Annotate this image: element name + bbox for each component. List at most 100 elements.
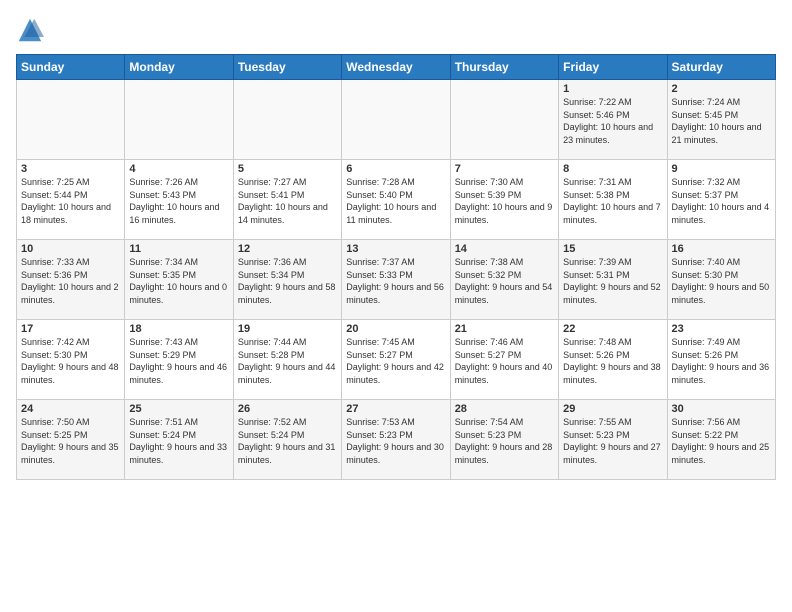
weekday-header-saturday: Saturday xyxy=(667,55,775,80)
day-number: 17 xyxy=(21,323,120,335)
day-number: 11 xyxy=(129,243,228,255)
day-number: 15 xyxy=(563,243,662,255)
day-number: 12 xyxy=(238,243,337,255)
header xyxy=(16,16,776,44)
day-info: Sunrise: 7:52 AMSunset: 5:24 PMDaylight:… xyxy=(238,416,337,466)
calendar-cell: 1Sunrise: 7:22 AMSunset: 5:46 PMDaylight… xyxy=(559,80,667,160)
calendar-cell: 12Sunrise: 7:36 AMSunset: 5:34 PMDayligh… xyxy=(233,240,341,320)
day-number: 3 xyxy=(21,163,120,175)
day-info: Sunrise: 7:38 AMSunset: 5:32 PMDaylight:… xyxy=(455,256,554,306)
weekday-header-monday: Monday xyxy=(125,55,233,80)
day-info: Sunrise: 7:45 AMSunset: 5:27 PMDaylight:… xyxy=(346,336,445,386)
day-info: Sunrise: 7:46 AMSunset: 5:27 PMDaylight:… xyxy=(455,336,554,386)
day-info: Sunrise: 7:48 AMSunset: 5:26 PMDaylight:… xyxy=(563,336,662,386)
day-info: Sunrise: 7:55 AMSunset: 5:23 PMDaylight:… xyxy=(563,416,662,466)
calendar-header: SundayMondayTuesdayWednesdayThursdayFrid… xyxy=(17,55,776,80)
calendar-cell: 13Sunrise: 7:37 AMSunset: 5:33 PMDayligh… xyxy=(342,240,450,320)
day-number: 23 xyxy=(672,323,771,335)
day-number: 24 xyxy=(21,403,120,415)
day-info: Sunrise: 7:53 AMSunset: 5:23 PMDaylight:… xyxy=(346,416,445,466)
calendar-week-5: 24Sunrise: 7:50 AMSunset: 5:25 PMDayligh… xyxy=(17,400,776,480)
calendar-cell: 30Sunrise: 7:56 AMSunset: 5:22 PMDayligh… xyxy=(667,400,775,480)
calendar-week-4: 17Sunrise: 7:42 AMSunset: 5:30 PMDayligh… xyxy=(17,320,776,400)
day-number: 26 xyxy=(238,403,337,415)
day-info: Sunrise: 7:32 AMSunset: 5:37 PMDaylight:… xyxy=(672,176,771,226)
day-number: 19 xyxy=(238,323,337,335)
day-info: Sunrise: 7:50 AMSunset: 5:25 PMDaylight:… xyxy=(21,416,120,466)
day-number: 28 xyxy=(455,403,554,415)
day-info: Sunrise: 7:40 AMSunset: 5:30 PMDaylight:… xyxy=(672,256,771,306)
logo-icon xyxy=(16,16,44,44)
calendar-cell: 22Sunrise: 7:48 AMSunset: 5:26 PMDayligh… xyxy=(559,320,667,400)
day-info: Sunrise: 7:43 AMSunset: 5:29 PMDaylight:… xyxy=(129,336,228,386)
logo xyxy=(16,16,48,44)
day-number: 10 xyxy=(21,243,120,255)
day-number: 4 xyxy=(129,163,228,175)
calendar-week-1: 1Sunrise: 7:22 AMSunset: 5:46 PMDaylight… xyxy=(17,80,776,160)
day-number: 18 xyxy=(129,323,228,335)
day-number: 21 xyxy=(455,323,554,335)
day-number: 27 xyxy=(346,403,445,415)
day-number: 20 xyxy=(346,323,445,335)
day-info: Sunrise: 7:39 AMSunset: 5:31 PMDaylight:… xyxy=(563,256,662,306)
day-info: Sunrise: 7:36 AMSunset: 5:34 PMDaylight:… xyxy=(238,256,337,306)
calendar-cell xyxy=(17,80,125,160)
calendar-cell xyxy=(125,80,233,160)
day-info: Sunrise: 7:26 AMSunset: 5:43 PMDaylight:… xyxy=(129,176,228,226)
calendar-cell: 7Sunrise: 7:30 AMSunset: 5:39 PMDaylight… xyxy=(450,160,558,240)
calendar-cell: 15Sunrise: 7:39 AMSunset: 5:31 PMDayligh… xyxy=(559,240,667,320)
calendar-cell: 26Sunrise: 7:52 AMSunset: 5:24 PMDayligh… xyxy=(233,400,341,480)
day-number: 29 xyxy=(563,403,662,415)
calendar-cell: 16Sunrise: 7:40 AMSunset: 5:30 PMDayligh… xyxy=(667,240,775,320)
day-info: Sunrise: 7:25 AMSunset: 5:44 PMDaylight:… xyxy=(21,176,120,226)
day-info: Sunrise: 7:22 AMSunset: 5:46 PMDaylight:… xyxy=(563,96,662,146)
day-number: 22 xyxy=(563,323,662,335)
calendar-cell: 27Sunrise: 7:53 AMSunset: 5:23 PMDayligh… xyxy=(342,400,450,480)
calendar-cell: 28Sunrise: 7:54 AMSunset: 5:23 PMDayligh… xyxy=(450,400,558,480)
day-number: 2 xyxy=(672,83,771,95)
day-number: 30 xyxy=(672,403,771,415)
calendar-cell xyxy=(450,80,558,160)
day-info: Sunrise: 7:51 AMSunset: 5:24 PMDaylight:… xyxy=(129,416,228,466)
calendar-cell: 4Sunrise: 7:26 AMSunset: 5:43 PMDaylight… xyxy=(125,160,233,240)
page-container: SundayMondayTuesdayWednesdayThursdayFrid… xyxy=(0,0,792,490)
weekday-header-tuesday: Tuesday xyxy=(233,55,341,80)
weekday-header-thursday: Thursday xyxy=(450,55,558,80)
weekday-header-row: SundayMondayTuesdayWednesdayThursdayFrid… xyxy=(17,55,776,80)
day-number: 8 xyxy=(563,163,662,175)
calendar-cell: 6Sunrise: 7:28 AMSunset: 5:40 PMDaylight… xyxy=(342,160,450,240)
day-number: 16 xyxy=(672,243,771,255)
day-info: Sunrise: 7:54 AMSunset: 5:23 PMDaylight:… xyxy=(455,416,554,466)
day-number: 7 xyxy=(455,163,554,175)
calendar-cell: 5Sunrise: 7:27 AMSunset: 5:41 PMDaylight… xyxy=(233,160,341,240)
day-info: Sunrise: 7:56 AMSunset: 5:22 PMDaylight:… xyxy=(672,416,771,466)
calendar-cell xyxy=(233,80,341,160)
calendar-cell xyxy=(342,80,450,160)
calendar-cell: 29Sunrise: 7:55 AMSunset: 5:23 PMDayligh… xyxy=(559,400,667,480)
calendar-body: 1Sunrise: 7:22 AMSunset: 5:46 PMDaylight… xyxy=(17,80,776,480)
day-info: Sunrise: 7:28 AMSunset: 5:40 PMDaylight:… xyxy=(346,176,445,226)
day-info: Sunrise: 7:49 AMSunset: 5:26 PMDaylight:… xyxy=(672,336,771,386)
day-info: Sunrise: 7:44 AMSunset: 5:28 PMDaylight:… xyxy=(238,336,337,386)
calendar-cell: 18Sunrise: 7:43 AMSunset: 5:29 PMDayligh… xyxy=(125,320,233,400)
calendar-cell: 23Sunrise: 7:49 AMSunset: 5:26 PMDayligh… xyxy=(667,320,775,400)
calendar-cell: 8Sunrise: 7:31 AMSunset: 5:38 PMDaylight… xyxy=(559,160,667,240)
calendar-cell: 25Sunrise: 7:51 AMSunset: 5:24 PMDayligh… xyxy=(125,400,233,480)
calendar-cell: 11Sunrise: 7:34 AMSunset: 5:35 PMDayligh… xyxy=(125,240,233,320)
calendar-cell: 3Sunrise: 7:25 AMSunset: 5:44 PMDaylight… xyxy=(17,160,125,240)
day-number: 6 xyxy=(346,163,445,175)
calendar-cell: 2Sunrise: 7:24 AMSunset: 5:45 PMDaylight… xyxy=(667,80,775,160)
day-info: Sunrise: 7:31 AMSunset: 5:38 PMDaylight:… xyxy=(563,176,662,226)
calendar-cell: 19Sunrise: 7:44 AMSunset: 5:28 PMDayligh… xyxy=(233,320,341,400)
calendar-cell: 9Sunrise: 7:32 AMSunset: 5:37 PMDaylight… xyxy=(667,160,775,240)
day-info: Sunrise: 7:27 AMSunset: 5:41 PMDaylight:… xyxy=(238,176,337,226)
day-number: 5 xyxy=(238,163,337,175)
calendar-week-3: 10Sunrise: 7:33 AMSunset: 5:36 PMDayligh… xyxy=(17,240,776,320)
day-info: Sunrise: 7:30 AMSunset: 5:39 PMDaylight:… xyxy=(455,176,554,226)
weekday-header-sunday: Sunday xyxy=(17,55,125,80)
calendar-cell: 10Sunrise: 7:33 AMSunset: 5:36 PMDayligh… xyxy=(17,240,125,320)
day-info: Sunrise: 7:24 AMSunset: 5:45 PMDaylight:… xyxy=(672,96,771,146)
day-number: 1 xyxy=(563,83,662,95)
calendar-cell: 14Sunrise: 7:38 AMSunset: 5:32 PMDayligh… xyxy=(450,240,558,320)
day-number: 25 xyxy=(129,403,228,415)
